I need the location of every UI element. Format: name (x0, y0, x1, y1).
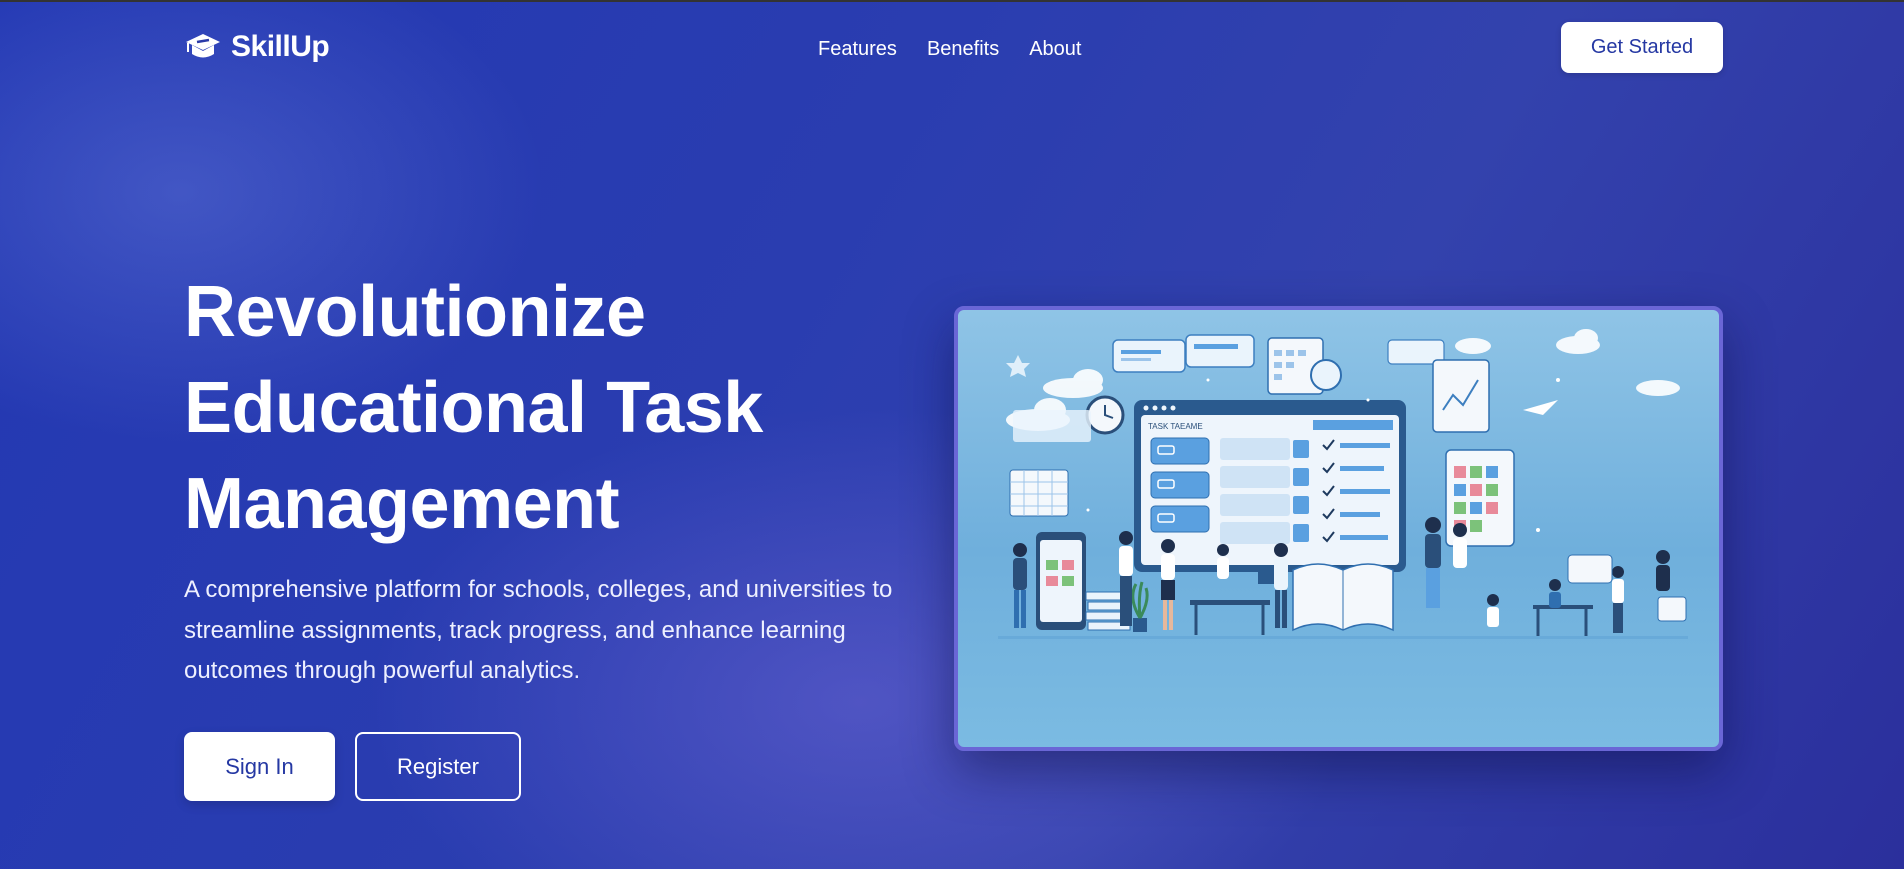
landing-page: SkillUp Features Benefits About Get Star… (0, 0, 1904, 869)
brand-name: SkillUp (231, 30, 330, 63)
hero-description: A comprehensive platform for schools, co… (184, 576, 893, 684)
nav-link-about[interactable]: About (1029, 38, 1081, 61)
graduation-cap-icon (186, 34, 220, 58)
nav-link-benefits[interactable]: Benefits (927, 38, 999, 61)
hero-illustration: TASK TAEAME (954, 306, 1723, 751)
screen-title: TASK TAEAME (1148, 422, 1203, 431)
sign-in-button[interactable]: Sign In (184, 732, 335, 801)
register-button[interactable]: Register (355, 732, 521, 801)
get-started-button[interactable]: Get Started (1561, 22, 1723, 73)
top-nav: Features Benefits About (818, 38, 1081, 61)
task-management-illustration: TASK TAEAME (998, 329, 1688, 639)
brand-logo[interactable]: SkillUp (184, 30, 330, 64)
nav-link-features[interactable]: Features (818, 38, 897, 61)
hero-title: Revolutionize Educational Task Managemen… (184, 272, 763, 544)
